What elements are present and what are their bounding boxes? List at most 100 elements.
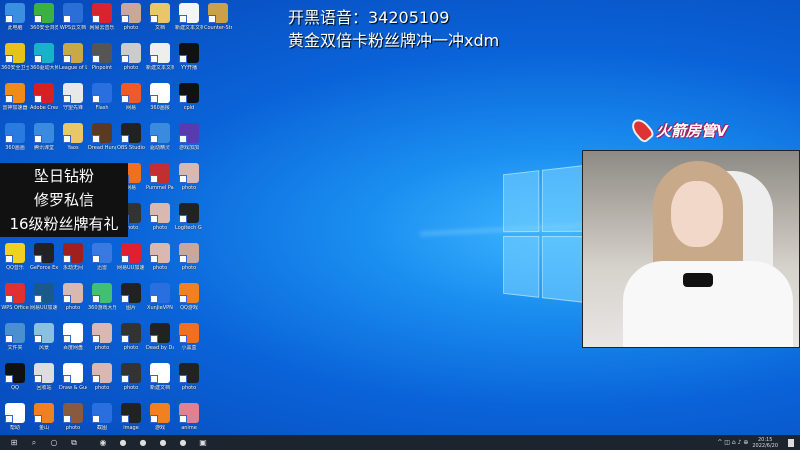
desktop-icon[interactable]: League of Legends: [59, 41, 87, 81]
desktop-icon[interactable]: 迅雷: [88, 241, 116, 281]
desktop-icon[interactable]: photo: [117, 321, 145, 361]
desktop-icon[interactable]: 小黑盒: [175, 321, 203, 361]
desktop-icon[interactable]: Flash: [88, 81, 116, 121]
cortana-button[interactable]: ○: [47, 437, 61, 449]
desktop-icon[interactable]: OBS Studio: [117, 121, 145, 161]
desktop-icon[interactable]: XunJieVPN: [146, 281, 174, 321]
desktop-icon[interactable]: photo: [175, 241, 203, 281]
desktop-icon[interactable]: 网易: [117, 81, 145, 121]
desktop-icon[interactable]: photo: [117, 361, 145, 401]
desktop-icon[interactable]: 网易UU加速器: [117, 241, 145, 281]
notification-icon[interactable]: [788, 438, 794, 447]
app-icon: [179, 83, 199, 103]
desktop-icon[interactable]: 360画画: [1, 121, 29, 161]
desktop-icon[interactable]: 此电脑: [1, 1, 29, 41]
chrome-app[interactable]: ●: [136, 437, 150, 449]
desktop-icon[interactable]: 永劫无间: [59, 241, 87, 281]
desktop-icon[interactable]: 360安全卫士: [1, 41, 29, 81]
icon-label: 风景: [38, 345, 49, 351]
desktop-icon[interactable]: 文档: [146, 1, 174, 41]
desktop-icon[interactable]: Dread Hunger: [88, 121, 116, 161]
clock[interactable]: 20:15 2022/6/20: [752, 437, 778, 449]
desktop-icon[interactable]: photo: [117, 1, 145, 41]
icon-label: 回收站: [36, 385, 52, 391]
desktop-icon[interactable]: Adobe Creative Cloud: [30, 81, 58, 121]
desktop-icon[interactable]: photo: [88, 321, 116, 361]
edge-app[interactable]: ◉: [96, 437, 110, 449]
search-button[interactable]: ⌕: [27, 437, 41, 449]
desktop-icon[interactable]: YY开播: [175, 41, 203, 81]
desktop-icon[interactable]: 回收站: [30, 361, 58, 401]
desktop-icon[interactable]: Logitech G HUB: [175, 201, 203, 241]
app-icon: [121, 43, 141, 63]
icon-label: 百度网盘: [62, 345, 83, 351]
app-icon: [34, 3, 54, 23]
obs-app[interactable]: ●: [176, 437, 190, 449]
desktop-icon[interactable]: photo: [88, 361, 116, 401]
app-icon: [92, 43, 112, 63]
desktop-icon[interactable]: 雷神加速器: [1, 81, 29, 121]
desktop-icon[interactable]: WPS云文档: [59, 1, 87, 41]
icon-label: 游戏加加: [178, 145, 199, 151]
desktop-icon[interactable]: Dead by Daylight: [146, 321, 174, 361]
desktop-icon[interactable]: 游戏加加: [175, 121, 203, 161]
app-icon: [63, 283, 83, 303]
desktop-icon[interactable]: Pummel Party: [146, 161, 174, 201]
desktop-icon[interactable]: 360游戏大厅: [88, 281, 116, 321]
icon-label: 网易云音乐: [89, 25, 115, 31]
desktop-icon[interactable]: 腾讯课堂: [30, 121, 58, 161]
desktop-icon[interactable]: GeForce Experience: [30, 241, 58, 281]
desktop-icon[interactable]: photo: [59, 281, 87, 321]
icon-label: Counter-Strike Global Offensive: [204, 25, 232, 31]
task-view-button[interactable]: ⧉: [67, 437, 81, 449]
icon-label: Yaos: [67, 145, 79, 151]
icon-label: 游戏: [154, 425, 165, 431]
desktop-icon[interactable]: 360安全浏览器: [30, 1, 58, 41]
yy-app[interactable]: ●: [156, 437, 170, 449]
icon-label: Flash: [95, 105, 109, 111]
desktop-icon[interactable]: QQ: [1, 361, 29, 401]
app-icon: [34, 363, 54, 383]
app[interactable]: ▣: [196, 437, 210, 449]
app-icon: [121, 283, 141, 303]
icon-label: 360画画: [5, 145, 25, 151]
desktop-icon[interactable]: photo: [146, 201, 174, 241]
desktop-icon[interactable]: WPS Office: [1, 281, 29, 321]
desktop-icon[interactable]: 360画报: [146, 81, 174, 121]
desktop-icon[interactable]: photo: [146, 241, 174, 281]
app-icon: [179, 363, 199, 383]
desktop-icon[interactable]: 360驱动大师: [30, 41, 58, 81]
desktop-icon[interactable]: Pinpoint: [88, 41, 116, 81]
app-icon: [34, 323, 54, 343]
desktop-icon[interactable]: 守望先锋: [59, 81, 87, 121]
desktop-icon[interactable]: photo: [175, 161, 203, 201]
icon-label: Logitech G HUB: [175, 225, 203, 231]
desktop-icon[interactable]: 风景: [30, 321, 58, 361]
desktop-icon[interactable]: 网易云音乐: [88, 1, 116, 41]
desktop-icon[interactable]: photo: [175, 361, 203, 401]
desktop-icon[interactable]: 网易UU加速器: [30, 281, 58, 321]
desktop-icon[interactable]: cpld: [175, 81, 203, 121]
start-button[interactable]: ⊞: [7, 437, 21, 449]
desktop-icon[interactable]: Counter-Strike Global Offensive: [204, 1, 232, 41]
icon-label: 360游戏大厅: [88, 305, 116, 311]
app-icon: [179, 323, 199, 343]
desktop-icon[interactable]: 新建文本文档: [146, 41, 174, 81]
app-icon: [34, 283, 54, 303]
360-app[interactable]: ●: [116, 437, 130, 449]
desktop-icon[interactable]: Draw & Guess: [59, 361, 87, 401]
desktop-icon[interactable]: QQ音乐: [1, 241, 29, 281]
desktop-icon[interactable]: 驱动精灵: [146, 121, 174, 161]
desktop-icon[interactable]: photo: [117, 41, 145, 81]
desktop-icon[interactable]: 图片: [117, 281, 145, 321]
icon-label: 新建文本文档: [146, 65, 174, 71]
desktop-icon[interactable]: 文件夹: [1, 321, 29, 361]
desktop-icon[interactable]: 百度网盘: [59, 321, 87, 361]
icon-label: OBS Studio: [117, 145, 145, 151]
desktop-icon[interactable]: QQ游戏: [175, 281, 203, 321]
desktop-icon[interactable]: Yaos: [59, 121, 87, 161]
app-icon: [5, 43, 25, 63]
desktop-icon[interactable]: 新建文本文档: [175, 1, 203, 41]
tray-icons[interactable]: ^ ◫ ⌂ ♪ ⊕: [717, 439, 748, 446]
desktop-icon[interactable]: 新建文档: [146, 361, 174, 401]
